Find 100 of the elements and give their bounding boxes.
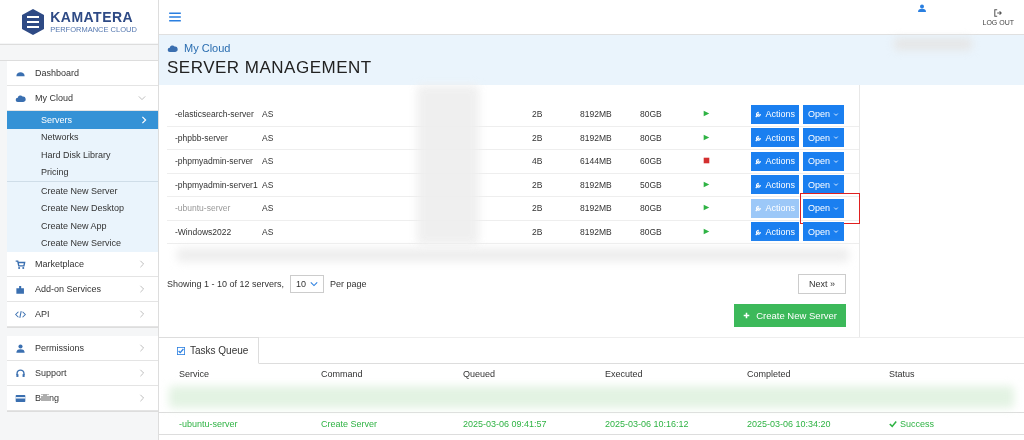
submenu-item[interactable]: Pricing <box>7 163 158 181</box>
table-cell-text: 50GB <box>640 179 663 190</box>
column-header: Status <box>889 369 916 379</box>
table-cell-text: 8192MB <box>580 109 613 120</box>
column-header: Executed <box>605 369 644 379</box>
table-cell-text: -phpmyadmin-server1 <box>175 179 259 190</box>
table-cell-text: -elasticsearch-server <box>175 109 255 120</box>
logo-name: KAMATERA <box>50 9 135 25</box>
sidebar-item[interactable]: API <box>7 302 158 327</box>
per-page-label: Per page <box>330 279 367 289</box>
user-icon[interactable] <box>918 4 927 12</box>
table-cell-text: AS <box>262 132 275 143</box>
wrench-icon <box>755 133 763 142</box>
table-cell-text: 2B <box>532 109 544 120</box>
table-cell-text: 6144MB <box>580 156 613 167</box>
actions-button[interactable]: Actions <box>751 151 799 171</box>
table-cell-text: AS <box>262 203 275 214</box>
wrench-icon <box>755 204 763 213</box>
status-label: Success <box>889 418 1024 429</box>
caret-icon <box>833 228 839 236</box>
logo-icon <box>21 7 46 36</box>
table-cell-text: 60GB <box>640 156 663 167</box>
table-cell-text: -ubuntu-server <box>179 418 239 429</box>
sidebar-item[interactable]: Dashboard <box>7 61 158 86</box>
table-cell-text: Create Server <box>321 418 379 429</box>
column-header: Service <box>179 369 210 379</box>
check-icon <box>889 419 897 428</box>
table-cell-text: 2025-03-06 10:16:12 <box>605 418 690 429</box>
chevron-right-icon <box>140 115 148 124</box>
table-cell-text: 2B <box>532 132 544 143</box>
column-header: Completed <box>747 369 792 379</box>
table-cell-text: 8192MB <box>580 203 613 214</box>
table-cell-text: 2B <box>532 203 544 214</box>
submenu-item[interactable]: Create New Service <box>7 234 158 252</box>
sidebar-item[interactable]: Marketplace <box>7 252 158 277</box>
sidebar-item[interactable]: Billing <box>7 386 158 411</box>
per-page-select[interactable]: 10 <box>290 275 325 293</box>
cart-icon <box>15 258 26 270</box>
table-cell-text: 2025-03-06 09:41:57 <box>463 418 548 429</box>
table-cell-text: 80GB <box>640 203 663 214</box>
chevron-down-icon <box>310 280 319 288</box>
table-cell-text: 80GB <box>640 109 663 120</box>
table-cell-text: 2B <box>532 226 544 237</box>
table-cell-text: 4B <box>532 156 544 167</box>
open-button[interactable]: Open <box>803 104 844 124</box>
pagination-summary: Showing 1 - 10 of 12 servers, <box>167 279 285 289</box>
code-icon <box>15 308 26 320</box>
table-cell-text: 2025-03-06 10:34:20 <box>747 418 832 429</box>
column-header: Queued <box>463 369 497 379</box>
headset-icon <box>15 367 26 379</box>
wrench-icon <box>755 157 763 166</box>
submenu-item[interactable]: Create New Desktop <box>7 199 158 217</box>
submenu-item[interactable]: Hard Disk Library <box>7 146 158 164</box>
open-button[interactable]: Open <box>803 222 844 242</box>
table-cell-text: 8192MB <box>580 179 613 190</box>
open-button[interactable]: Open <box>803 128 844 148</box>
breadcrumb-link[interactable]: My Cloud <box>184 42 231 54</box>
puzzle-icon <box>15 283 26 295</box>
sidebar-item[interactable]: Support <box>7 361 158 386</box>
next-button[interactable]: Next » <box>798 274 846 294</box>
checkbox-icon <box>177 346 185 355</box>
open-button[interactable]: Open <box>803 151 844 171</box>
table-cell-text: AS <box>262 109 275 120</box>
tasks-tab[interactable]: Tasks Queue <box>159 337 260 364</box>
table-cell-text: 80GB <box>640 132 663 143</box>
caret-icon <box>833 134 839 142</box>
wrench-icon <box>755 110 763 119</box>
table-cell-text: -phpmyadmin-server <box>175 156 254 167</box>
caret-icon <box>833 157 839 165</box>
wrench-icon <box>755 227 763 236</box>
table-cell-text: AS <box>262 226 275 237</box>
users-icon <box>15 342 26 354</box>
submenu-item[interactable]: Create New Server <box>7 182 158 200</box>
table-cell-text: -phpbb-server <box>175 132 229 143</box>
menu-icon[interactable] <box>169 12 181 22</box>
column-header: Command <box>321 369 364 379</box>
plus-icon <box>743 312 751 319</box>
table-cell-text: -ubuntu-server <box>175 203 232 214</box>
table-cell-text: 8192MB <box>580 132 613 143</box>
cloud-icon <box>15 92 26 104</box>
table-cell-text: AS <box>262 179 275 190</box>
submenu-item[interactable]: Create New App <box>7 217 158 235</box>
sidebar-item[interactable]: Permissions <box>7 336 158 361</box>
actions-button[interactable]: Actions <box>751 222 799 242</box>
table-cell-text: AS <box>262 156 275 167</box>
page-title: SERVER MANAGEMENT <box>167 58 373 78</box>
actions-button[interactable]: Actions <box>751 104 799 124</box>
cloud-icon <box>167 43 178 53</box>
table-cell-text: -Windows2022 <box>175 226 233 237</box>
actions-button[interactable]: Actions <box>751 175 799 195</box>
caret-icon <box>833 181 839 189</box>
caret-icon <box>833 204 839 212</box>
sidebar-item[interactable]: Add-on Services <box>7 277 158 302</box>
table-cell-text: 8192MB <box>580 226 613 237</box>
card-icon <box>15 392 26 404</box>
wrench-icon <box>755 180 763 189</box>
submenu-item[interactable]: Networks <box>7 128 158 146</box>
table-cell-text: 2B <box>532 179 544 190</box>
logout-icon <box>994 8 1003 17</box>
actions-button[interactable]: Actions <box>751 128 799 148</box>
